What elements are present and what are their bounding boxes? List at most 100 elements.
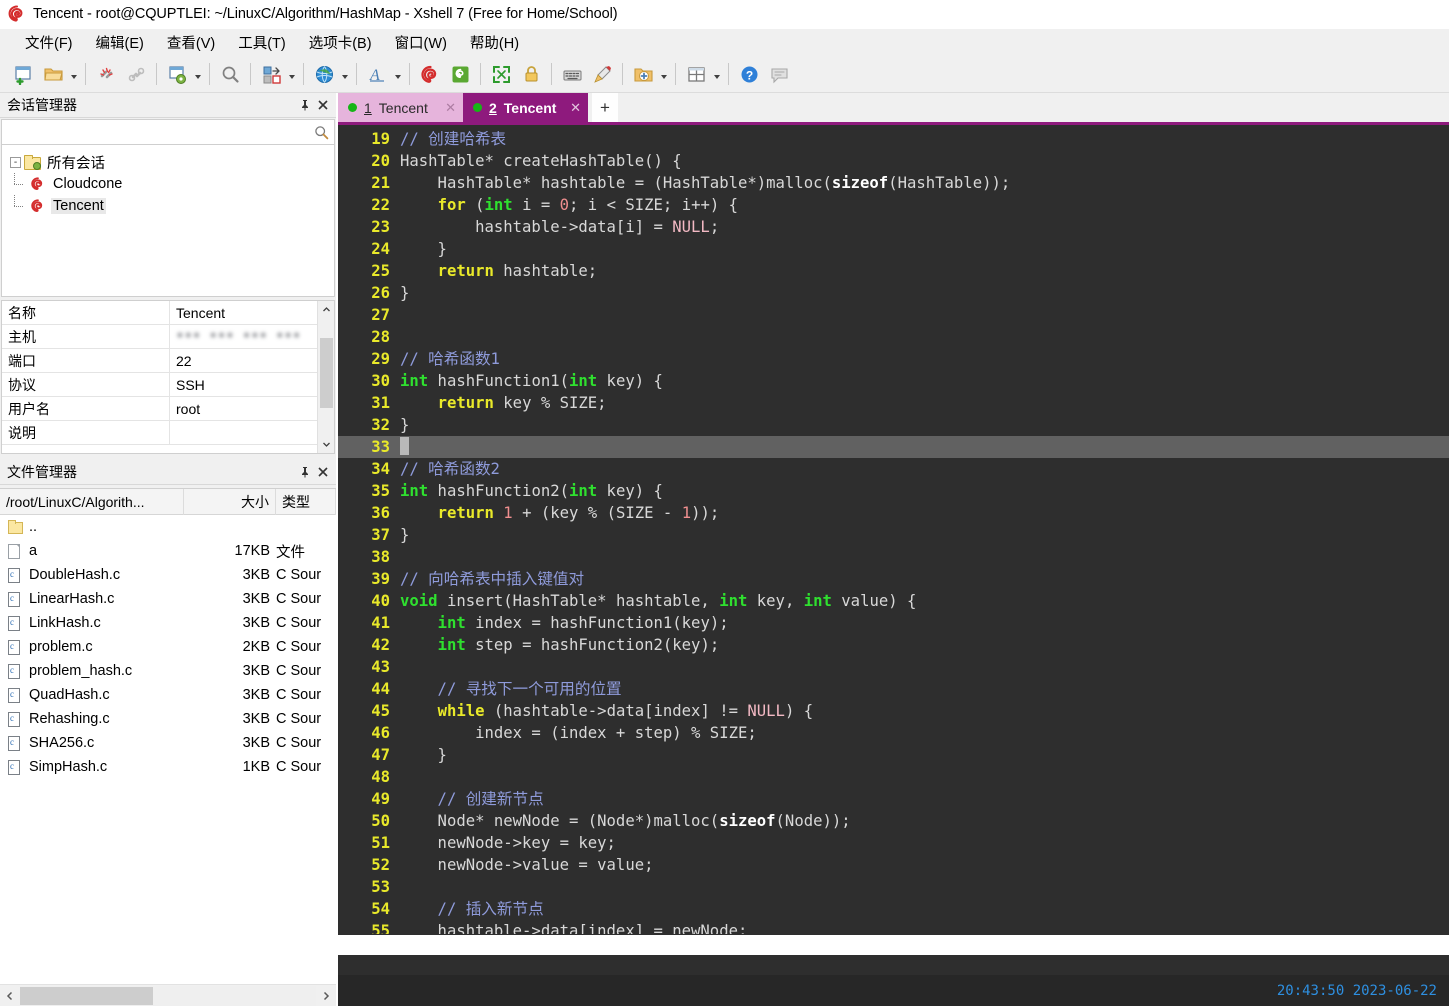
session-properties-icon[interactable] bbox=[162, 59, 192, 89]
session-tree-root[interactable]: - 所有会话 bbox=[2, 151, 334, 173]
pin-icon[interactable] bbox=[296, 96, 314, 114]
property-key: 协议 bbox=[2, 373, 170, 396]
fullscreen-icon[interactable] bbox=[486, 59, 516, 89]
find-icon[interactable] bbox=[215, 59, 245, 89]
file-row[interactable]: .. bbox=[0, 515, 336, 539]
close-icon[interactable]: ✕ bbox=[564, 100, 581, 116]
close-icon[interactable] bbox=[314, 463, 332, 481]
menu-edit[interactable]: 编辑(E) bbox=[87, 29, 153, 56]
xshell-icon[interactable] bbox=[415, 59, 445, 89]
tab-2-tencent[interactable]: 2 Tencent ✕ bbox=[463, 93, 588, 122]
file-type: C Sour bbox=[276, 663, 322, 679]
xftp-icon[interactable] bbox=[445, 59, 475, 89]
terminal-horizontal-scrollbar[interactable] bbox=[338, 934, 1449, 955]
file-manager-horizontal-scrollbar[interactable] bbox=[0, 984, 336, 1006]
terminal-line: 49 // 创建新节点 bbox=[338, 788, 1449, 810]
terminal-line: 53 bbox=[338, 876, 1449, 898]
tree-collapse-toggle[interactable]: - bbox=[10, 156, 21, 168]
menu-window[interactable]: 窗口(W) bbox=[386, 29, 456, 56]
c-source-icon bbox=[7, 639, 22, 656]
toolbar-separator bbox=[356, 63, 357, 85]
scroll-down-icon[interactable] bbox=[317, 436, 334, 453]
menu-tabs[interactable]: 选项卡(B) bbox=[300, 29, 381, 56]
line-number: 35 bbox=[371, 482, 390, 500]
chevron-left-icon[interactable] bbox=[0, 986, 20, 1006]
left-dock: 会话管理器 - 所有会话 Cloudcone Tencent 名称 Tencen… bbox=[0, 93, 338, 1006]
transfer-files-icon[interactable] bbox=[256, 59, 286, 89]
property-value: Tencent bbox=[176, 304, 226, 321]
terminal-line: 51 newNode->key = key; bbox=[338, 832, 1449, 854]
scroll-up-icon[interactable] bbox=[317, 301, 334, 318]
scroll-track[interactable] bbox=[20, 985, 316, 1006]
file-type: C Sour bbox=[276, 591, 322, 607]
help-icon[interactable]: ? bbox=[734, 59, 764, 89]
scroll-track[interactable] bbox=[317, 318, 334, 436]
session-item-cloudcone[interactable]: Cloudcone bbox=[2, 173, 334, 195]
session-search-input[interactable] bbox=[2, 121, 308, 143]
add-folder-dropdown-arrow[interactable] bbox=[658, 59, 670, 89]
file-row[interactable]: LinearHash.c 3KB C Sour bbox=[0, 587, 336, 611]
svg-text:?: ? bbox=[745, 68, 752, 82]
keyboard-icon[interactable] bbox=[557, 59, 587, 89]
file-row[interactable]: QuadHash.c 3KB C Sour bbox=[0, 683, 336, 707]
pin-icon[interactable] bbox=[296, 463, 314, 481]
terminal-output[interactable]: 19 // 创建哈希表 20 HashTable* createHashTable()… bbox=[338, 125, 1449, 934]
properties-scrollbar[interactable] bbox=[317, 301, 334, 453]
session-item-tencent[interactable]: Tencent bbox=[2, 195, 334, 217]
column-header-size[interactable]: 大小 bbox=[184, 488, 276, 515]
new-session-icon[interactable] bbox=[8, 59, 38, 89]
chevron-right-icon[interactable] bbox=[316, 986, 336, 1006]
toolbar-separator bbox=[250, 63, 251, 85]
file-row[interactable]: SimpHash.c 1KB C Sour bbox=[0, 755, 336, 779]
file-type: C Sour bbox=[276, 711, 322, 727]
close-icon[interactable]: ✕ bbox=[439, 100, 456, 116]
highlight-icon[interactable] bbox=[587, 59, 617, 89]
property-row: 协议 SSH bbox=[2, 373, 317, 397]
file-row[interactable]: Rehashing.c 3KB C Sour bbox=[0, 707, 336, 731]
file-row[interactable]: problem_hash.c 3KB C Sour bbox=[0, 659, 336, 683]
add-folder-icon[interactable] bbox=[628, 59, 658, 89]
transfer-files-dropdown-arrow[interactable] bbox=[286, 59, 298, 89]
menu-help[interactable]: 帮助(H) bbox=[461, 29, 528, 56]
search-icon[interactable] bbox=[308, 125, 334, 140]
toolbar-separator bbox=[409, 63, 410, 85]
disconnect-icon[interactable] bbox=[91, 59, 121, 89]
scroll-thumb[interactable] bbox=[20, 986, 153, 1005]
lock-icon[interactable] bbox=[516, 59, 546, 89]
open-folder-icon[interactable] bbox=[38, 59, 68, 89]
close-icon[interactable] bbox=[314, 96, 332, 114]
menu-view[interactable]: 查看(V) bbox=[158, 29, 224, 56]
column-header-path[interactable]: /root/LinuxC/Algorith... bbox=[0, 488, 184, 515]
globe-dropdown-arrow[interactable] bbox=[339, 59, 351, 89]
file-row[interactable]: DoubleHash.c 3KB C Sour bbox=[0, 563, 336, 587]
font-icon[interactable]: A bbox=[362, 59, 392, 89]
file-row[interactable]: problem.c 2KB C Sour bbox=[0, 635, 336, 659]
new-tab-button[interactable]: + bbox=[592, 93, 618, 122]
link-icon[interactable] bbox=[121, 59, 151, 89]
column-header-type[interactable]: 类型 bbox=[276, 488, 336, 515]
menu-tools[interactable]: 工具(T) bbox=[229, 29, 295, 56]
globe-icon[interactable] bbox=[309, 59, 339, 89]
tab-1-tencent[interactable]: 1 Tencent ✕ bbox=[338, 93, 463, 122]
file-list[interactable]: .. a 17KB 文件 DoubleHash.c 3KB C Sour Lin… bbox=[0, 515, 336, 984]
font-dropdown-arrow[interactable] bbox=[392, 59, 404, 89]
open-folder-dropdown-arrow[interactable] bbox=[68, 59, 80, 89]
terminal-line: 43 bbox=[338, 656, 1449, 678]
file-row[interactable]: SHA256.c 3KB C Sour bbox=[0, 731, 336, 755]
session-properties-dropdown-arrow[interactable] bbox=[192, 59, 204, 89]
layout-dropdown-arrow[interactable] bbox=[711, 59, 723, 89]
layout-icon[interactable] bbox=[681, 59, 711, 89]
file-row[interactable]: a 17KB 文件 bbox=[0, 539, 336, 563]
menu-file[interactable]: 文件(F) bbox=[16, 29, 82, 56]
line-number: 36 bbox=[371, 504, 390, 522]
terminal-line: 46 index = (index + step) % SIZE; bbox=[338, 722, 1449, 744]
file-row[interactable]: LinkHash.c 3KB C Sour bbox=[0, 611, 336, 635]
line-number: 34 bbox=[371, 460, 390, 478]
line-code: index = (index + step) % SIZE; bbox=[400, 724, 757, 742]
session-tree[interactable]: - 所有会话 Cloudcone Tencent bbox=[1, 145, 335, 297]
scroll-thumb[interactable] bbox=[319, 338, 333, 408]
line-code: while (hashtable->data[index] != NULL) { bbox=[437, 702, 814, 720]
c-source-icon bbox=[7, 759, 22, 776]
session-search-box[interactable] bbox=[1, 119, 335, 145]
